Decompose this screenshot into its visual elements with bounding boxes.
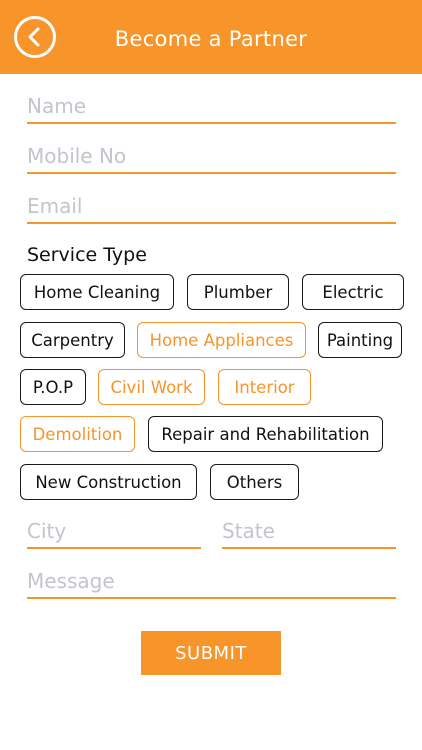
chip-painting[interactable]: Painting: [318, 322, 402, 358]
message-input[interactable]: [27, 565, 396, 599]
chip-demolition[interactable]: Demolition: [20, 416, 135, 452]
service-type-label: Service Type: [27, 244, 147, 266]
chip-home-cleaning[interactable]: Home Cleaning: [20, 274, 174, 310]
chip-pop[interactable]: P.O.P: [20, 369, 86, 405]
chip-repair-rehabilitation[interactable]: Repair and Rehabilitation: [148, 416, 383, 452]
back-button[interactable]: [14, 16, 56, 58]
mobile-input[interactable]: [27, 140, 396, 174]
chip-interior[interactable]: Interior: [218, 369, 311, 405]
chip-civil-work[interactable]: Civil Work: [98, 369, 205, 405]
page-title: Become a Partner: [114, 27, 308, 51]
chip-others[interactable]: Others: [210, 464, 299, 500]
chip-carpentry[interactable]: Carpentry: [20, 322, 125, 358]
chip-home-appliances[interactable]: Home Appliances: [137, 322, 306, 358]
name-input[interactable]: [27, 90, 396, 124]
chip-new-construction[interactable]: New Construction: [20, 464, 197, 500]
chip-plumber[interactable]: Plumber: [187, 274, 289, 310]
chevron-left-icon: [28, 27, 40, 47]
chip-electric[interactable]: Electric: [302, 274, 404, 310]
state-input[interactable]: [222, 515, 396, 549]
email-input[interactable]: [27, 190, 396, 224]
submit-button[interactable]: SUBMIT: [141, 631, 281, 675]
city-input[interactable]: [27, 515, 201, 549]
partner-screen: Become a Partner Service Type Home Clean…: [0, 0, 422, 750]
app-header: Become a Partner: [0, 0, 422, 74]
